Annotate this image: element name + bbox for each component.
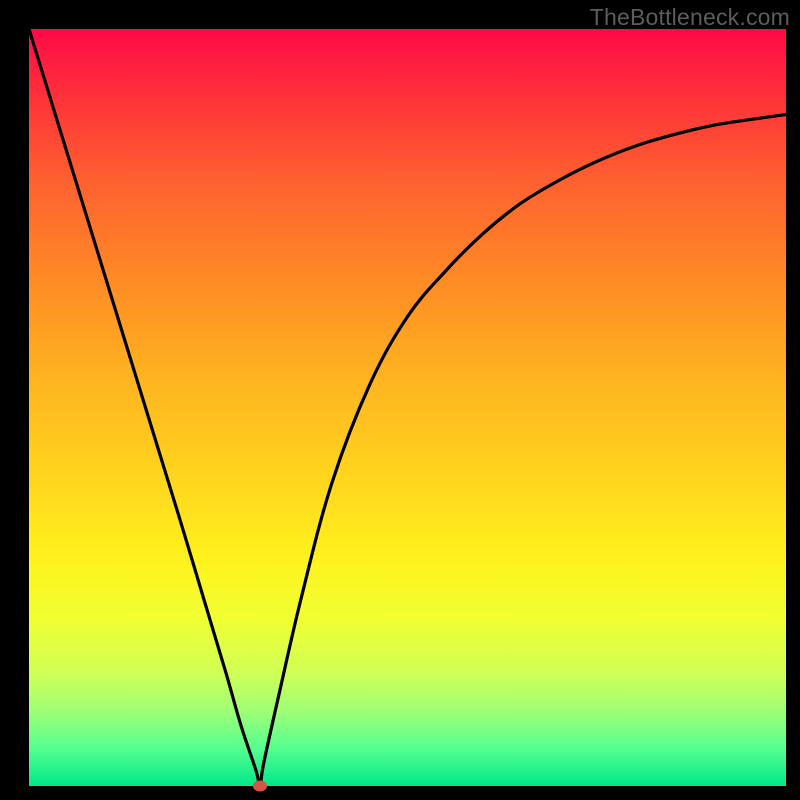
watermark-text: TheBottleneck.com: [590, 4, 790, 31]
chart-area: [29, 29, 786, 786]
optimal-marker: [253, 781, 267, 792]
bottleneck-curve: [29, 29, 786, 786]
